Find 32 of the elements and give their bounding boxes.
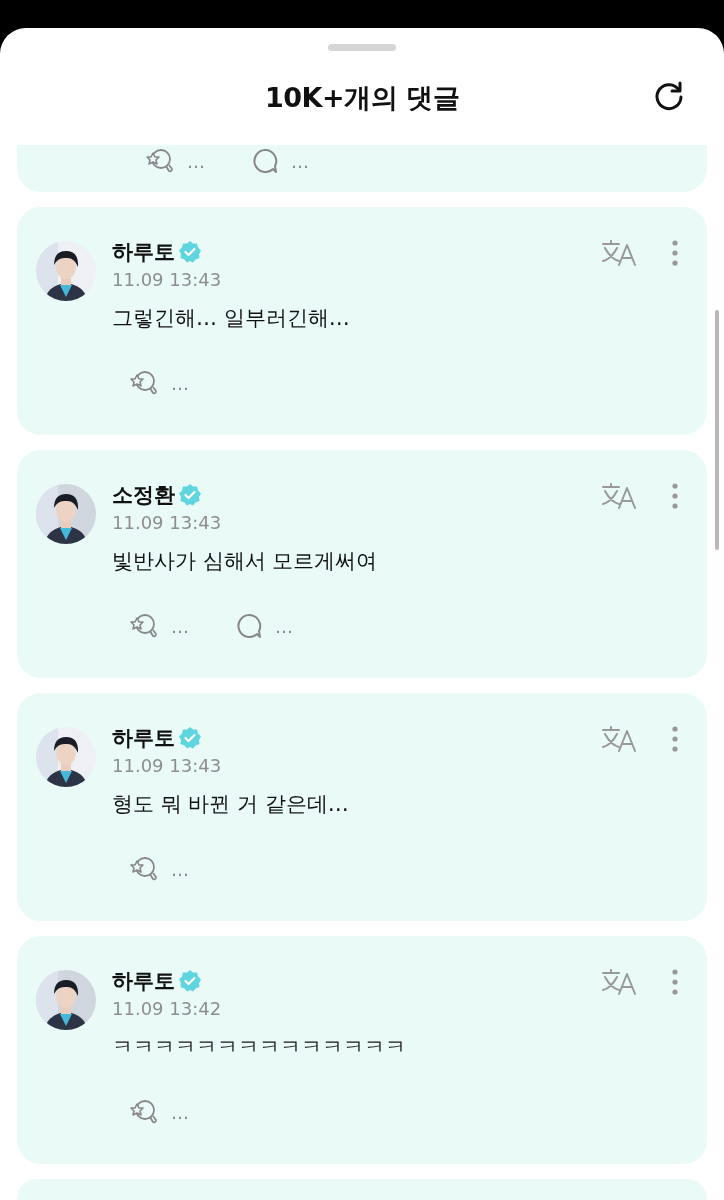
user-name[interactable]: 하루토 [112,238,175,266]
comment-date: 11.09 13:43 [112,269,223,290]
scrollbar[interactable] [715,310,719,550]
comment-text: ㅋㅋㅋㅋㅋㅋㅋㅋㅋㅋㅋㅋㅋㅋ [112,1034,407,1061]
comment-text: 그렇긴해… 일부러긴해… [112,305,351,332]
action-count: … [171,615,189,637]
more-icon[interactable] [671,239,679,267]
comment-text: 형도 뭐 바뀐 거 같은데… [112,791,350,818]
action-count: … [187,150,205,172]
action-count: … [171,1101,189,1123]
drag-handle[interactable] [328,44,396,51]
translate-icon[interactable] [601,725,637,753]
comment-icon[interactable] [251,147,279,175]
action-count: … [171,858,189,880]
sheet-title: 10K+개의 댓글 [265,81,459,115]
action-count: … [275,615,293,637]
translate-icon[interactable] [601,482,637,510]
comment-date: 11.09 13:43 [112,512,223,533]
action-count: … [291,150,309,172]
translate-icon[interactable] [601,239,637,267]
user-name[interactable]: 하루토 [112,724,175,752]
comment-date: 11.09 13:42 [112,998,223,1019]
comment-text: 빛반사가 심해서 모르게써여 [112,548,379,575]
more-icon[interactable] [671,725,679,753]
user-name[interactable]: 소정환 [112,481,175,509]
translate-icon[interactable] [601,968,637,996]
more-icon[interactable] [671,968,679,996]
action-count: … [171,372,189,394]
comment-icon[interactable] [235,612,263,640]
more-icon[interactable] [671,482,679,510]
user-name[interactable]: 하루토 [112,967,175,995]
comment-date: 11.09 13:43 [112,755,223,776]
